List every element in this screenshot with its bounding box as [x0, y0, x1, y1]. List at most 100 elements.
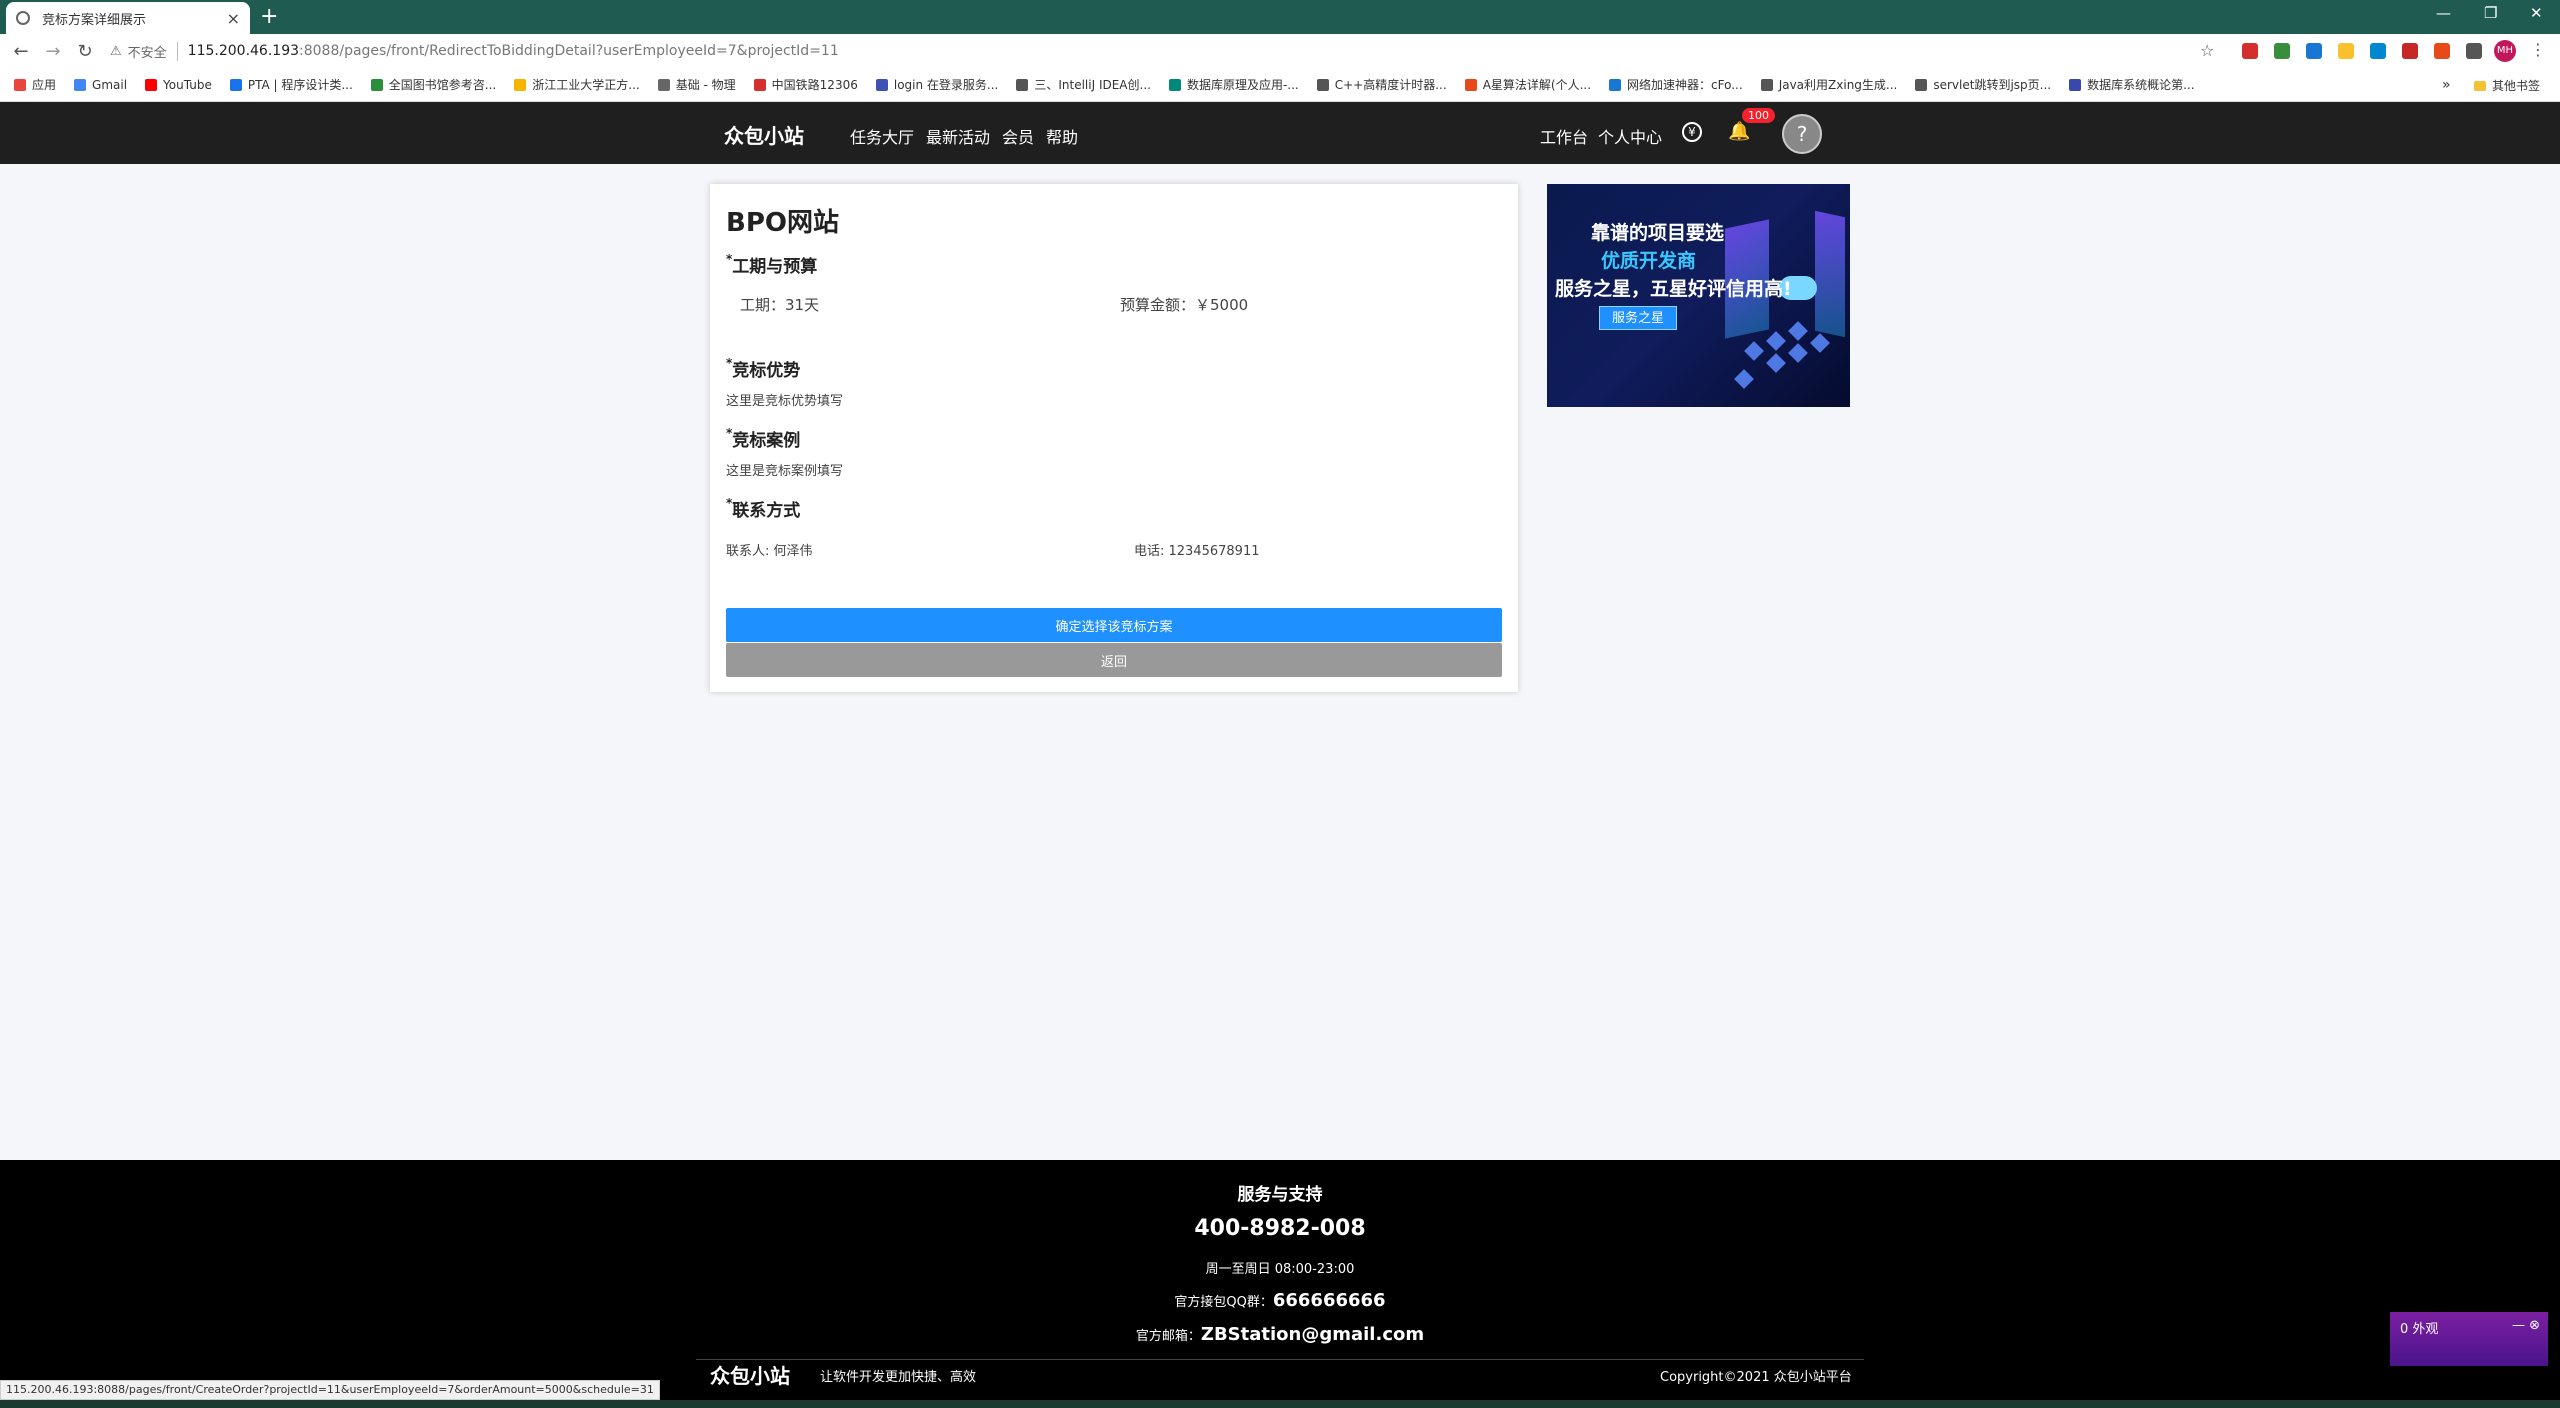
- tab-title: 竞标方案详细展示: [42, 12, 147, 28]
- back-button[interactable]: 返回: [726, 643, 1502, 677]
- contact-heading-text: 联系方式: [732, 501, 801, 521]
- bookmark-item[interactable]: 中国铁路12306: [753, 76, 858, 93]
- bookmark-label: 中国铁路12306: [771, 78, 858, 92]
- footer-phone: 400-8982-008: [1194, 1216, 1366, 1241]
- contact-phone: 电话: 12345678911: [1134, 544, 1260, 559]
- case-heading: *竞标案例: [726, 426, 800, 451]
- bookmark-item[interactable]: 全国图书馆参考咨...: [370, 76, 497, 93]
- advantage-heading-text: 竞标优势: [732, 361, 801, 381]
- bidding-detail-card: BPO网站 *工期与预算 工期：31天 预算金额：￥5000 *竞标优势 这里是…: [710, 184, 1518, 692]
- bookmark-favicon-icon: [14, 78, 26, 91]
- back-arrow-icon[interactable]: ←: [10, 41, 32, 62]
- extension-icon[interactable]: [2338, 43, 2354, 59]
- bookmark-label: 数据库原理及应用-...: [1186, 78, 1299, 92]
- new-tab-button[interactable]: +: [260, 6, 278, 28]
- ad-button[interactable]: 服务之星: [1599, 306, 1677, 330]
- contact-heading: *联系方式: [726, 496, 800, 521]
- widget-text: 0 外观: [2400, 1322, 2439, 1337]
- bookmark-item[interactable]: servlet跳转到jsp页...: [1915, 76, 2051, 93]
- reload-icon[interactable]: ↻: [74, 41, 96, 62]
- user-nav: 工作台 个人中心: [1540, 124, 1672, 148]
- ad-tile-graphic: [1788, 321, 1808, 341]
- bookmark-favicon-icon: [657, 78, 670, 91]
- nav-workbench[interactable]: 工作台: [1540, 124, 1588, 148]
- yen-icon[interactable]: ¥: [1682, 122, 1702, 142]
- url-path: :8088/pages/front/RedirectToBiddingDetai…: [299, 43, 839, 59]
- minimize-button[interactable]: —: [2436, 4, 2451, 22]
- bookmark-item[interactable]: login 在登录服务...: [875, 76, 998, 93]
- bookmark-item[interactable]: Gmail: [74, 78, 127, 92]
- footer-mail-label: 官方邮箱：: [1135, 1329, 1201, 1344]
- bookmark-item[interactable]: 数据库系统概论第...: [2069, 76, 2195, 93]
- bookmark-favicon-icon: [875, 78, 888, 91]
- extension-icon[interactable]: [2402, 43, 2418, 59]
- floating-widget[interactable]: 0 外观 — ⊗: [2390, 1312, 2548, 1366]
- bookmark-item[interactable]: YouTube: [145, 78, 212, 92]
- bookmark-item[interactable]: 浙江工业大学正方...: [514, 76, 640, 93]
- ad-banner[interactable]: 靠谱的项目要选 优质开发商 服务之星，五星好评信用高! 服务之星: [1547, 184, 1850, 407]
- bookmark-favicon-icon: [370, 78, 383, 91]
- site-header: 众包小站 任务大厅 最新活动 会员 帮助 工作台 个人中心 ¥ 🔔 100 ?: [0, 102, 2560, 164]
- bookmark-favicon-icon: [2069, 78, 2082, 91]
- nav-membership[interactable]: 会员: [1002, 124, 1034, 148]
- widget-controls[interactable]: — ⊗: [2512, 1318, 2540, 1333]
- site-logo[interactable]: 众包小站: [724, 120, 804, 149]
- close-window-button[interactable]: ✕: [2530, 4, 2543, 22]
- bookmark-favicon-icon: [1915, 78, 1928, 91]
- nav-help[interactable]: 帮助: [1046, 124, 1078, 148]
- nav-personal-center[interactable]: 个人中心: [1598, 124, 1662, 148]
- site-footer: 服务与支持 400-8982-008 周一至周日 08:00-23:00 官方接…: [0, 1160, 2560, 1404]
- bookmark-item[interactable]: 网络加速神器：cFo...: [1609, 76, 1743, 93]
- extension-icon[interactable]: [2242, 43, 2258, 59]
- bookmark-label: 全国图书馆参考咨...: [388, 78, 497, 92]
- user-avatar[interactable]: ?: [1782, 114, 1822, 154]
- footer-mail-value[interactable]: ZBStation@gmail.com: [1201, 1324, 1424, 1345]
- bookmark-item[interactable]: PTA | 程序设计类...: [229, 76, 353, 93]
- bookmark-favicon-icon: [753, 78, 766, 91]
- extension-icon[interactable]: [2370, 43, 2386, 59]
- bookmarks-more-icon[interactable]: »: [2442, 77, 2451, 93]
- bookmark-item[interactable]: 三、IntelliJ IDEA创...: [1016, 76, 1151, 93]
- browser-tab[interactable]: 竞标方案详细展示 ×: [6, 2, 250, 34]
- footer-mail: 官方邮箱：ZBStation@gmail.com: [0, 1324, 2560, 1345]
- bookmark-label: 应用: [32, 78, 57, 92]
- ad-line-3: 服务之星，五星好评信用高!: [1555, 278, 1792, 300]
- nav-latest-activity[interactable]: 最新活动: [926, 124, 990, 148]
- bookmark-label: Gmail: [92, 77, 128, 92]
- menu-kebab-icon[interactable]: ⋮: [2530, 40, 2546, 59]
- tab-close-icon[interactable]: ×: [227, 9, 240, 28]
- ad-line-2: 优质开发商: [1601, 250, 1697, 272]
- extension-icon[interactable]: [2274, 43, 2290, 59]
- warning-icon: ⚠: [110, 43, 122, 59]
- forward-arrow-icon[interactable]: →: [42, 41, 64, 62]
- bookmark-favicon-icon: [514, 78, 527, 91]
- bookmark-label: 基础 - 物理: [675, 78, 736, 92]
- puzzle-icon[interactable]: [2466, 43, 2482, 59]
- insecure-label: 不安全: [128, 41, 178, 61]
- bookmark-label: 三、IntelliJ IDEA创...: [1034, 78, 1151, 92]
- bookmark-item[interactable]: 应用: [14, 76, 56, 93]
- bookmark-favicon-icon: [1168, 78, 1181, 91]
- address-bar-row: ← → ↻ ⚠ 不安全 115.200.46.193 :8088/pages/f…: [0, 34, 2560, 68]
- other-bookmarks[interactable]: 其他书签: [2474, 77, 2540, 94]
- bookmark-item[interactable]: 数据库原理及应用-...: [1168, 76, 1299, 93]
- bookmark-item[interactable]: A星算法详解(个人...: [1464, 76, 1591, 93]
- ad-panel-graphic: [1815, 210, 1845, 338]
- ad-tile-graphic: [1788, 343, 1808, 363]
- footer-hours: 周一至周日 08:00-23:00: [1205, 1262, 1355, 1277]
- restore-button[interactable]: ❐: [2484, 4, 2497, 22]
- footer-divider: [696, 1359, 1864, 1360]
- extension-icon[interactable]: [2434, 43, 2450, 59]
- profile-avatar[interactable]: MH: [2494, 40, 2516, 62]
- bookmark-item[interactable]: C++高精度计时器...: [1316, 76, 1447, 93]
- bookmark-item[interactable]: 基础 - 物理: [657, 76, 736, 93]
- bookmark-label: servlet跳转到jsp页...: [1933, 78, 2052, 92]
- bookmark-item[interactable]: Java利用Zxing生成...: [1760, 76, 1897, 93]
- extension-icon[interactable]: [2306, 43, 2322, 59]
- url-field[interactable]: ⚠ 不安全 115.200.46.193 :8088/pages/front/R…: [110, 37, 2210, 65]
- bookmark-star-icon[interactable]: ☆: [2200, 41, 2214, 60]
- nav-task-hall[interactable]: 任务大厅: [850, 124, 914, 148]
- ad-line-1: 靠谱的项目要选: [1591, 222, 1725, 244]
- bell-icon[interactable]: 🔔: [1728, 121, 1750, 142]
- confirm-bid-button[interactable]: 确定选择该竞标方案: [726, 608, 1502, 642]
